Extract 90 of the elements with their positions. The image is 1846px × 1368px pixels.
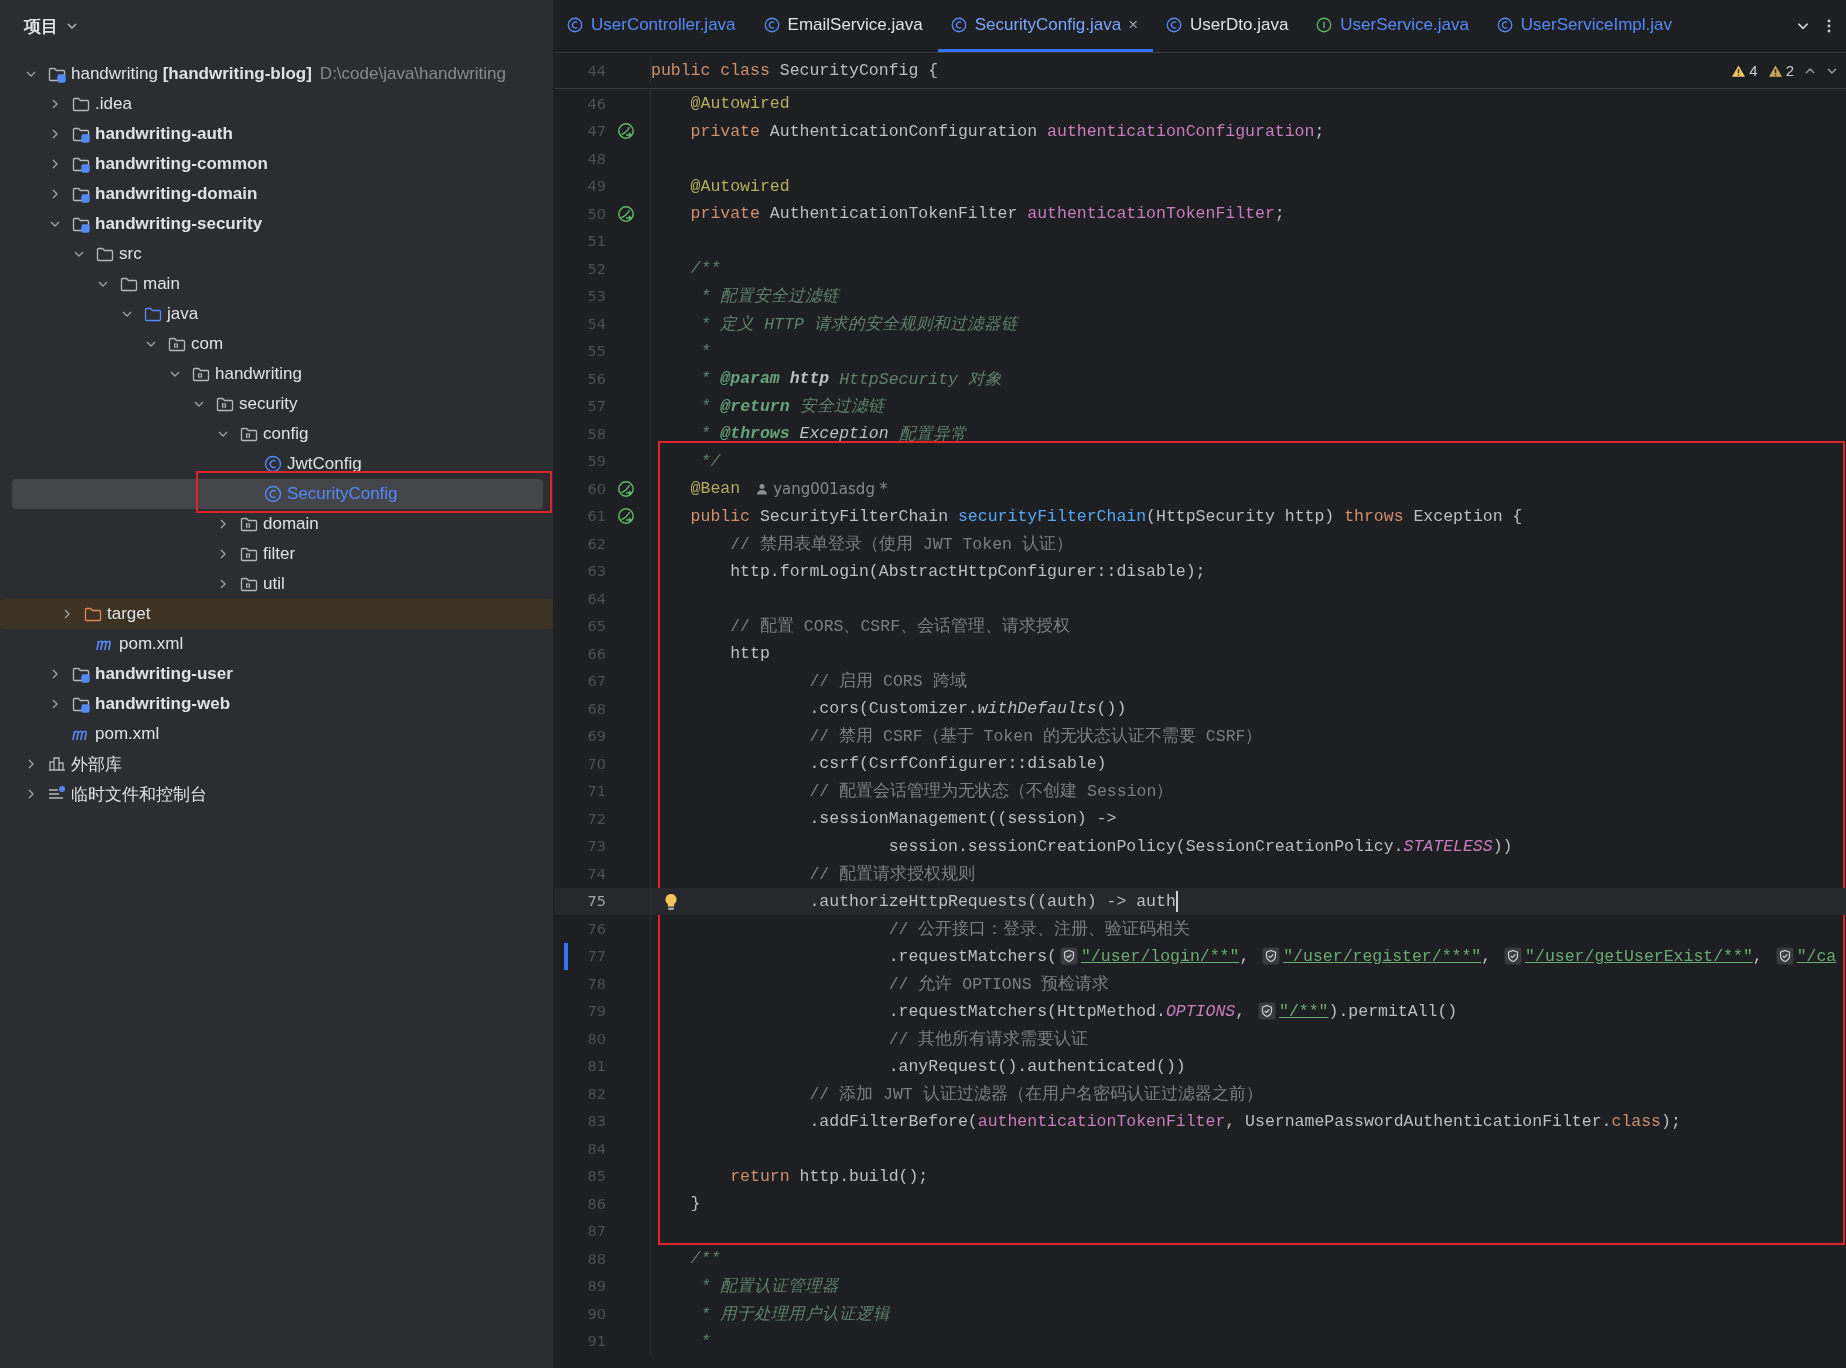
code-line: @Autowired <box>690 176 790 196</box>
editor-tab[interactable]: UserServiceImpl.jav <box>1483 0 1687 52</box>
change-marker[interactable] <box>564 942 568 970</box>
code-line: .sessionManagement((session) -> <box>809 809 1117 829</box>
editor-tab[interactable]: UserController.java <box>554 0 751 52</box>
code-line: .addFilterBefore(authenticationTokenFilter, UsernamePasswordAuthenticationFilter.class); <box>809 1111 1681 1131</box>
code-line: // 添加 JWT 认证过滤器（在用户名密码认证过滤器之前） <box>809 1083 1263 1105</box>
lightbulb-icon[interactable] <box>664 892 678 911</box>
editor-tab[interactable]: UserDto.java <box>1153 0 1304 52</box>
code-line: return http.build(); <box>730 1166 929 1186</box>
bean-icon[interactable] <box>617 479 635 498</box>
tree-item[interactable]: handwriting <box>12 359 543 389</box>
bean-icon[interactable] <box>617 204 635 223</box>
code-line: public class SecurityConfig { <box>651 61 939 80</box>
bean-icon[interactable] <box>617 122 635 141</box>
person-icon <box>756 482 769 495</box>
code-line: // 配置 CORS、CSRF、会话管理、请求授权 <box>730 616 1071 638</box>
tree-item[interactable]: handwriting [handwriting-blog] D:\code\java\handwriting <box>12 59 543 89</box>
tree-item[interactable]: main <box>12 269 543 299</box>
code-line: // 配置请求授权规则 <box>809 863 976 885</box>
code-line: private AuthenticationConfiguration authenticationConfiguration; <box>690 121 1325 141</box>
code-line: // 禁用 CSRF（基于 Token 的无状态认证不需要 CSRF） <box>809 726 1263 748</box>
code-line: .cors(Customizer.withDefaults()) <box>809 699 1127 719</box>
tree-item[interactable]: handwriting-auth <box>12 119 543 149</box>
code-line: * 定义 HTTP 请求的安全规则和过滤器链 <box>700 313 1018 335</box>
close-button[interactable]: × <box>1128 14 1139 35</box>
tree-item[interactable]: handwriting-web <box>12 689 543 719</box>
code-line: .anyRequest().authenticated()) <box>888 1056 1186 1076</box>
code-line: private AuthenticationTokenFilter authenticationTokenFilter; <box>690 204 1285 224</box>
code-line: } <box>690 1194 701 1214</box>
tree-item[interactable]: java <box>12 299 543 329</box>
code-line: @Autowired <box>690 94 790 114</box>
tree-item[interactable]: 外部库 <box>12 749 543 779</box>
code-line: .requestMatchers( "/user/login/**", "/user/register/***", "/user/getUserExist/**", "/ca <box>888 946 1837 966</box>
editor-tab[interactable]: UserService.java <box>1303 0 1484 52</box>
code-line: .csrf(CsrfConfigurer::disable) <box>809 754 1107 774</box>
tree-item[interactable]: com <box>12 329 543 359</box>
code-line: session.sessionCreationPolicy(SessionCreationPolicy.STATELESS)) <box>888 836 1513 856</box>
tree-item[interactable]: handwriting-domain <box>12 179 543 209</box>
line-number: 75 <box>586 893 606 910</box>
editor-tab[interactable]: SecurityConfig.java × <box>937 0 1154 52</box>
tree-item[interactable]: target <box>0 599 553 629</box>
code-line: .authorizeHttpRequests((auth) -> auth <box>809 890 1178 912</box>
tree-item[interactable]: domain <box>12 509 543 539</box>
shield-icon[interactable] <box>1775 947 1794 966</box>
code-line: // 其他所有请求需要认证 <box>888 1028 1089 1050</box>
code-line: public SecurityFilterChain securityFilterChain(HttpSecurity http) throws Exception { <box>690 506 1523 526</box>
shield-icon[interactable] <box>1262 947 1281 966</box>
code-line: .requestMatchers(HttpMethod.OPTIONS, "/**").permitAll() <box>888 1001 1458 1021</box>
code-line: /** <box>690 259 721 279</box>
tree-item[interactable]: handwriting-user <box>12 659 543 689</box>
tree-item[interactable]: handwriting-security <box>12 209 543 239</box>
tree-item[interactable]: pom.xml <box>12 719 543 749</box>
editor-tab[interactable]: EmailService.java <box>750 0 938 52</box>
code-line: * <box>700 341 711 361</box>
warning-count[interactable]: 4 <box>1731 62 1758 79</box>
code-line: /** <box>690 1249 721 1269</box>
code-line: * @throws Exception 配置异常 <box>700 423 967 445</box>
bean-icon[interactable] <box>617 507 635 526</box>
tree-item[interactable]: filter <box>12 539 543 569</box>
code-line: * @return 安全过滤链 <box>700 395 885 418</box>
code-line: // 允许 OPTIONS 预检请求 <box>888 973 1110 995</box>
code-line: http <box>730 644 770 664</box>
tree-item[interactable]: src <box>12 239 543 269</box>
warning-count[interactable]: 2 <box>1767 62 1794 79</box>
tree-item[interactable]: security <box>12 389 543 419</box>
tree-item[interactable]: handwriting-common <box>12 149 543 179</box>
tree-item[interactable]: pom.xml <box>12 629 543 659</box>
tree-item[interactable]: 临时文件和控制台 <box>12 779 543 809</box>
code-line: * 用于处理用户认证逻辑 <box>700 1303 891 1325</box>
code-line: @Bean yang001asdg * <box>690 479 888 499</box>
shield-icon[interactable] <box>1059 947 1078 966</box>
code-line: // 配置会话管理为无状态（不创建 Session） <box>809 781 1174 803</box>
shield-icon[interactable] <box>1258 1002 1276 1021</box>
shield-icon[interactable] <box>1504 947 1523 966</box>
tree-item[interactable]: JwtConfig <box>12 449 543 479</box>
code-line: * 配置认证管理器 <box>700 1276 840 1298</box>
code-line: // 启用 CORS 跨域 <box>809 670 967 693</box>
more-menu-icon[interactable] <box>1826 18 1832 34</box>
code-line: // 公开接口：登录、注册、验证码相关 <box>888 918 1191 940</box>
tree-item[interactable]: .idea <box>12 89 543 119</box>
tree-item[interactable]: config <box>12 419 543 449</box>
code-line: * 配置安全过滤链 <box>700 286 840 308</box>
panel-title[interactable]: 项目 <box>24 14 58 38</box>
tree-item[interactable]: util <box>12 569 543 599</box>
code-line: * @param http HttpSecurity 对象 <box>700 368 1002 390</box>
code-line: * <box>700 1331 711 1351</box>
code-line: // 禁用表单登录（使用 JWT Token 认证） <box>730 533 1073 555</box>
code-line: */ <box>700 451 721 471</box>
code-line: http.formLogin(AbstractHttpConfigurer::disable); <box>730 561 1206 581</box>
